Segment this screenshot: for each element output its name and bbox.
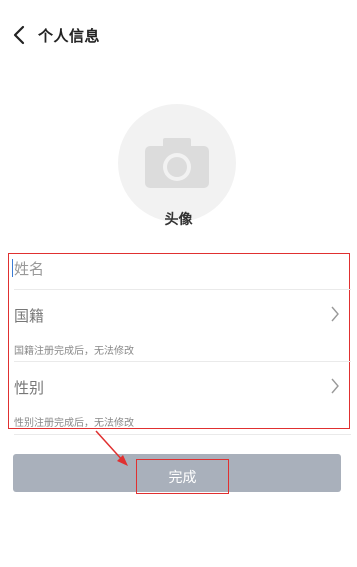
annotation-arrow [95, 430, 128, 466]
